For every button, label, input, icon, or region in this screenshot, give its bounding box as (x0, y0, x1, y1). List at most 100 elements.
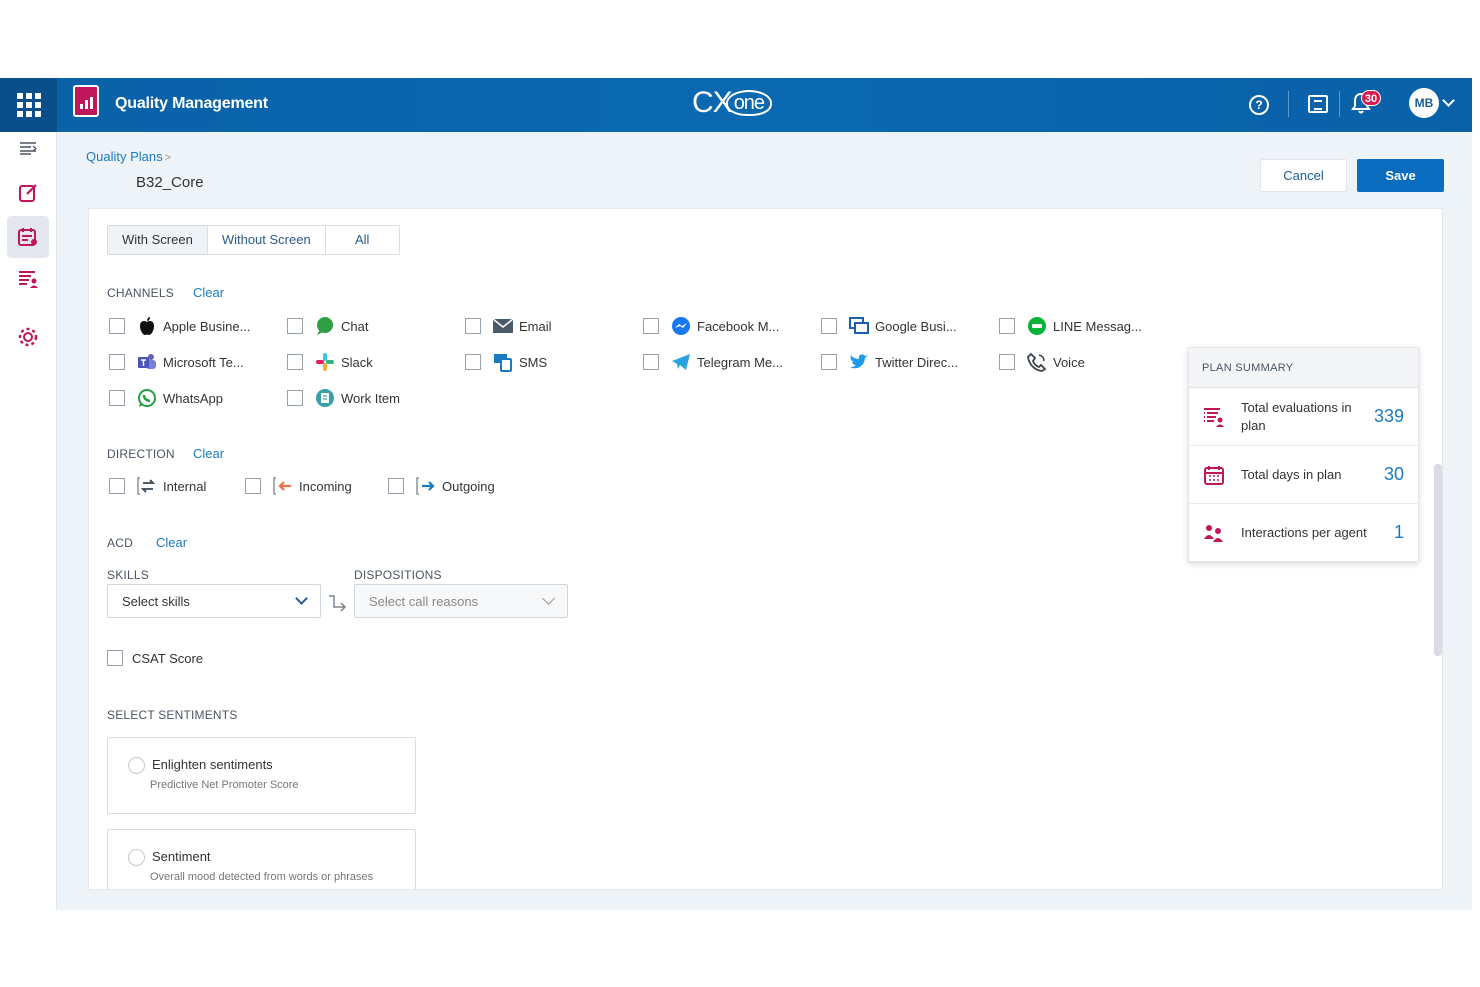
save-button[interactable]: Save (1357, 159, 1444, 192)
sentiment-title: Enlighten sentiments (152, 757, 273, 772)
header-divider (1339, 91, 1340, 117)
checkbox[interactable] (107, 650, 123, 666)
channel-label: Google Busi... (875, 318, 957, 334)
summary-label: Total evaluations in plan (1241, 400, 1352, 433)
channels-clear-link[interactable]: Clear (193, 285, 224, 300)
channel-option-line[interactable]: LINE Messag... (999, 315, 1142, 337)
direction-label-text: Incoming (299, 478, 352, 494)
channel-option-voice[interactable]: Voice (999, 351, 1085, 373)
checkbox[interactable] (109, 478, 125, 494)
checkbox[interactable] (287, 390, 303, 406)
facebook-messenger-icon (671, 316, 691, 336)
channel-label: Work Item (341, 390, 400, 406)
channel-label: SMS (519, 354, 548, 370)
direction-option-incoming[interactable]: Incoming (245, 475, 352, 497)
checkbox[interactable] (245, 478, 261, 494)
chevron-down-icon[interactable] (1442, 94, 1455, 107)
channel-option-sms[interactable]: SMS (465, 351, 547, 373)
sentiment-subtitle: Predictive Net Promoter Score (150, 779, 299, 791)
sidebar-item-evaluations[interactable] (7, 172, 49, 214)
acd-label: ACD (107, 536, 133, 550)
help-icon[interactable]: ? (1249, 95, 1269, 115)
header-divider (1288, 91, 1289, 117)
dispositions-select-value: Select call reasons (369, 594, 479, 609)
checkbox[interactable] (388, 478, 404, 494)
radio-button[interactable] (128, 849, 145, 866)
channel-option-work-item[interactable]: Work Item (287, 387, 400, 409)
evaluations-icon (1203, 406, 1225, 428)
channel-label: Telegram Me... (697, 354, 783, 370)
sidebar-item-quality-plans[interactable] (7, 216, 49, 258)
cancel-button[interactable]: Cancel (1260, 159, 1347, 192)
microsoft-teams-icon (137, 352, 157, 372)
direction-label-text: Outgoing (442, 478, 495, 494)
checkbox[interactable] (109, 354, 125, 370)
page-title: B32_Core (136, 174, 204, 191)
sentiment-subtitle: Overall mood detected from words or phra… (150, 871, 374, 883)
gear-icon (18, 327, 38, 347)
skills-select[interactable]: Select skills (107, 584, 321, 618)
checkbox[interactable] (465, 318, 481, 334)
apple-icon (137, 316, 157, 336)
tab-all[interactable]: All (326, 226, 399, 254)
channel-label: Slack (341, 354, 373, 370)
brand-suffix: one (725, 90, 773, 116)
summary-row-days: Total days in plan 30 (1189, 446, 1418, 504)
radio-button[interactable] (128, 757, 145, 774)
checkbox[interactable] (287, 354, 303, 370)
sidebar-item-settings[interactable] (7, 316, 49, 358)
telegram-icon (671, 352, 691, 372)
tab-without-screen[interactable]: Without Screen (208, 226, 326, 254)
channel-option-google[interactable]: Google Busi... (821, 315, 957, 337)
checkbox[interactable] (287, 318, 303, 334)
channel-option-whatsapp[interactable]: WhatsApp (109, 387, 223, 409)
direction-option-outgoing[interactable]: Outgoing (388, 475, 495, 497)
breadcrumb-quality-plans[interactable]: Quality Plans (86, 149, 163, 164)
checkbox[interactable] (109, 390, 125, 406)
checkbox[interactable] (643, 318, 659, 334)
line-icon (1027, 316, 1047, 336)
checkbox[interactable] (465, 354, 481, 370)
checkbox[interactable] (999, 318, 1015, 334)
channel-option-teams[interactable]: Microsoft Te... (109, 351, 244, 373)
channel-option-chat[interactable]: Chat (287, 315, 368, 337)
checkbox[interactable] (109, 318, 125, 334)
sidebar-item-reports[interactable] (7, 258, 49, 300)
channel-option-telegram[interactable]: Telegram Me... (643, 351, 783, 373)
checkbox[interactable] (821, 354, 837, 370)
channel-label: Chat (341, 318, 369, 334)
channel-option-apple[interactable]: Apple Busine... (109, 315, 250, 337)
channel-option-email[interactable]: Email (465, 315, 552, 337)
acd-clear-link[interactable]: Clear (156, 535, 187, 550)
sentiments-label: SELECT SENTIMENTS (107, 708, 238, 722)
dispositions-select[interactable]: Select call reasons (354, 584, 568, 618)
sentiment-option-enlighten[interactable]: Enlighten sentiments Predictive Net Prom… (107, 737, 416, 814)
user-avatar[interactable]: MB (1409, 88, 1439, 118)
summary-value: 30 (1383, 464, 1404, 484)
sidebar-collapse-button[interactable] (7, 134, 49, 162)
vertical-scrollbar[interactable] (1434, 464, 1442, 656)
app-launcher-button[interactable] (0, 78, 57, 132)
checkbox[interactable] (643, 354, 659, 370)
screen-filter-tabs: With Screen Without Screen All (107, 225, 400, 255)
menu-collapse-icon (20, 142, 37, 155)
direction-label: DIRECTION (107, 447, 175, 461)
csat-score-option[interactable]: CSAT Score (107, 647, 203, 669)
tab-with-screen[interactable]: With Screen (108, 226, 208, 254)
channel-option-slack[interactable]: Slack (287, 351, 373, 373)
channel-option-facebook[interactable]: Facebook M... (643, 315, 779, 337)
channel-label: Twitter Direc... (875, 354, 959, 370)
checkbox[interactable] (821, 318, 837, 334)
summary-value: 339 (1373, 406, 1404, 426)
channel-label: Voice (1053, 354, 1085, 370)
checkbox[interactable] (999, 354, 1015, 370)
channel-label: WhatsApp (163, 390, 223, 406)
monitor-icon[interactable] (1308, 95, 1328, 113)
sentiment-option-sentiment[interactable]: Sentiment Overall mood detected from wor… (107, 829, 416, 889)
channel-option-twitter[interactable]: Twitter Direc... (821, 351, 958, 373)
skills-label: SKILLS (107, 568, 149, 582)
direction-clear-link[interactable]: Clear (193, 446, 224, 461)
channel-label: Apple Busine... (163, 318, 251, 334)
internal-icon (137, 476, 157, 496)
direction-option-internal[interactable]: Internal (109, 475, 206, 497)
